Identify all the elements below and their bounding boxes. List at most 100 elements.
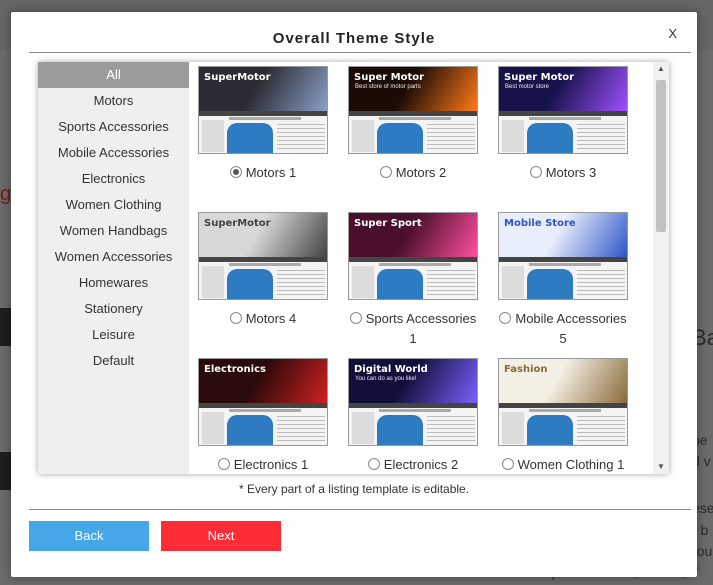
thumbnail-brand: Mobile Store [504,218,576,229]
thumbnail-sidebar [502,266,524,298]
template-scrollbar[interactable]: ▲ ▼ [653,62,669,474]
thumbnail-text-lines [577,270,625,296]
thumbnail-brand: Fashion [504,364,548,375]
template-thumbnail[interactable]: Super Motor Best store of motor parts [348,66,478,154]
thumbnail-text-lines [427,270,475,296]
template-card[interactable]: Digital World You can do as you like! Elec… [348,358,478,474]
scroll-down-arrow-icon[interactable]: ▼ [653,460,669,474]
thumbnail-title-line [529,409,601,412]
template-radio[interactable] [367,458,380,470]
thumbnail-sidebar [352,120,374,152]
template-option[interactable]: Electronics 1 [198,455,328,474]
thumbnail-text-lines [427,124,475,150]
thumbnail-brand: Digital World [354,364,428,375]
background-red-text: g [0,183,12,205]
template-thumbnail[interactable]: Fashion [498,358,628,446]
thumbnail-title-line [379,409,451,412]
template-card[interactable]: Super Sport Sports Accessories 1 [348,212,478,349]
thumbnail-brand: Super Sport [354,218,422,229]
category-item-stationery[interactable]: Stationery [38,296,189,322]
template-radio[interactable] [229,166,242,178]
template-option[interactable]: Mobile Accessories 5 [498,309,628,349]
theme-style-modal: Overall Theme Style X All Motors Sports Ac… [11,12,697,577]
category-item-women-accessories[interactable]: Women Accessories [38,244,189,270]
template-card[interactable]: Super Motor Best store of motor parts Moto… [348,66,478,183]
thumbnail-product-photo [527,269,573,299]
template-label: Motors 1 [245,165,297,180]
template-option[interactable]: Motors 3 [498,163,628,183]
template-option[interactable]: Motors 2 [348,163,478,183]
template-radio[interactable] [501,458,514,470]
thumbnail-product-photo [377,415,423,445]
template-radio[interactable] [379,166,392,178]
template-option[interactable]: Women Clothing 1 [498,455,628,474]
category-item-leisure[interactable]: Leisure [38,322,189,348]
category-item-motors[interactable]: Motors [38,88,189,114]
thumbnail-sidebar [352,412,374,444]
thumbnail-text-lines [427,416,475,442]
title-divider [29,52,691,53]
template-radio[interactable] [499,312,512,324]
thumbnail-sidebar [352,266,374,298]
next-button[interactable]: Next [161,521,281,551]
template-radio[interactable] [349,312,362,324]
thumbnail-text-lines [577,416,625,442]
template-radio[interactable] [229,312,242,324]
template-option[interactable]: Motors 4 [198,309,328,329]
thumbnail-product-photo [527,415,573,445]
template-option[interactable]: Sports Accessories 1 [348,309,478,349]
template-radio[interactable] [529,166,542,178]
template-card[interactable]: Super Motor Best motor store Motors 3 [498,66,628,183]
category-item-women-clothing[interactable]: Women Clothing [38,192,189,218]
thumbnail-sidebar [502,412,524,444]
category-item-mobile-accessories[interactable]: Mobile Accessories [38,140,189,166]
thumbnail-text-lines [277,124,325,150]
thumbnail-title-line [379,117,451,120]
modal-title: Overall Theme Style [272,30,436,47]
template-label: Motors 4 [245,311,297,326]
close-button[interactable]: X [668,26,677,41]
template-option[interactable]: Electronics 2 [348,455,478,474]
thumbnail-title-line [229,263,301,266]
back-button[interactable]: Back [29,521,149,551]
template-thumbnail[interactable]: SuperMotor [198,66,328,154]
thumbnail-product-photo [377,123,423,153]
template-radio[interactable] [217,458,230,470]
template-thumbnail[interactable]: Electronics [198,358,328,446]
category-item-sports-accessories[interactable]: Sports Accessories [38,114,189,140]
thumbnail-text-lines [277,416,325,442]
template-card[interactable]: Mobile Store Mobile Accessories 5 [498,212,628,349]
template-thumbnail[interactable]: Digital World You can do as you like! [348,358,478,446]
thumbnail-product-photo [377,269,423,299]
template-thumbnail[interactable]: Super Motor Best motor store [498,66,628,154]
template-option[interactable]: Motors 1 [198,163,328,183]
category-item-homewares[interactable]: Homewares [38,270,189,296]
template-thumbnail[interactable]: Mobile Store [498,212,628,300]
thumbnail-title-line [379,263,451,266]
category-sidebar: All Motors Sports Accessories Mobile Access… [38,62,189,474]
template-card[interactable]: Electronics Electronics 1 [198,358,328,474]
scroll-up-arrow-icon[interactable]: ▲ [653,62,669,76]
template-card[interactable]: SuperMotor Motors 1 [198,66,328,183]
template-thumbnail[interactable]: Super Sport [348,212,478,300]
editable-note: * Every part of a listing template is ed… [238,482,470,496]
category-item-default[interactable]: Default [38,348,189,374]
template-card[interactable]: Fashion Women Clothing 1 [498,358,628,474]
thumbnail-brand: Electronics [204,364,266,375]
template-card[interactable]: SuperMotor Motors 4 [198,212,328,329]
thumbnail-text-lines [277,270,325,296]
thumbnail-title-line [529,117,601,120]
thumbnail-text-lines [577,124,625,150]
template-label: Women Clothing 1 [517,457,625,472]
category-item-all[interactable]: All [38,62,189,88]
category-item-electronics[interactable]: Electronics [38,166,189,192]
thumbnail-title-line [229,117,301,120]
thumbnail-title-line [229,409,301,412]
template-thumbnail[interactable]: SuperMotor [198,212,328,300]
thumbnail-product-photo [527,123,573,153]
footer-divider [29,509,691,510]
template-label: Electronics 1 [233,457,309,472]
thumbnail-product-photo [227,123,273,153]
category-item-women-handbags[interactable]: Women Handbags [38,218,189,244]
scrollbar-thumb[interactable] [656,80,666,232]
